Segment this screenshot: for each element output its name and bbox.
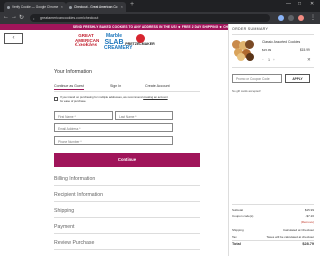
order-summary-title: ORDER SUMMARY [232,27,269,31]
promo-code-input[interactable]: Promo or Coupon Code [232,74,282,83]
browser-tab-bar: Verify Cookie — Google Chrome × Checkout… [0,0,320,12]
tabs-divider [54,91,200,92]
browser-tab-1[interactable]: Verify Cookie — Google Chrome × [4,2,66,12]
close-tab-icon[interactable]: × [61,4,63,9]
total-label: Total [232,242,241,246]
logo-line: CREAMERY [104,45,133,51]
apply-button[interactable]: APPLY [285,74,310,83]
url-text: greatamericancookies.com/checkout [40,16,99,20]
logo-line: PRETZELMAKER [125,42,155,46]
shipping-value: Calculated at Checkout [282,228,314,232]
forward-nav-icon[interactable]: → [11,14,17,20]
quantity-value: 1 [268,58,270,62]
tab-label: Verify Cookie — Google Chrome [12,5,59,9]
item-line-total: $15.99 [300,48,310,52]
summary-divider [232,67,314,68]
tax-value: Taxes will be calculated at checkout [266,235,314,239]
marble-slab-logo[interactable]: Marble SLAB CREAMERY [104,34,133,51]
tab-label: Checkout - Great American Co [74,5,118,9]
extension-icon[interactable] [278,15,284,21]
tax-label: Tax [232,235,237,239]
remove-coupon-link[interactable]: (Remove) [301,220,314,224]
step-review-purchase: Review Purchase [54,240,95,246]
summary-divider [232,240,314,241]
close-tab-icon[interactable]: × [121,4,123,9]
shipping-label: Shipping [232,228,244,232]
step-recipient-information: Recipient Information [54,192,104,198]
maximize-button[interactable]: □ [298,1,301,7]
create-account-link[interactable]: creating an account [143,95,167,99]
coupon-label: Coupon code(s) [232,214,254,218]
phone-field[interactable]: Phone Number * [54,136,173,145]
tab-sign-in[interactable]: Sign In [110,84,121,88]
quantity-increase-button[interactable]: + [273,58,275,62]
remove-item-icon[interactable]: ✕ [307,57,311,63]
coupon-value: -$7.20 [305,214,314,218]
close-window-button[interactable]: ✕ [310,1,314,7]
back-nav-icon[interactable]: ← [3,14,9,20]
browser-tab-2[interactable]: Checkout - Great American Co × [66,2,126,12]
address-bar-row: ← → ↻ • greatamericancookies.com/checkou… [0,12,320,24]
item-name: Classic Assorted Cookies [262,40,301,44]
menu-icon[interactable]: ⋮ [310,14,316,21]
multiple-addresses-text: If you intend on purchasing for multiple… [60,95,170,104]
step-divider [54,233,200,234]
first-name-field[interactable]: First Name * [54,111,113,120]
step-divider [54,217,200,218]
extension-icon[interactable] [288,15,294,21]
logo-line: Cookies [75,42,98,48]
summary-divider [232,204,314,205]
item-unit-price: $15.99 [262,48,272,52]
step-divider [54,249,200,250]
tab-continue-as-guest[interactable]: Continue as Guest [54,84,84,90]
subtotal-value: $15.99 [304,208,314,212]
url-bar[interactable]: • greatamericancookies.com/checkout [30,14,270,22]
step-divider [54,185,200,186]
favicon-icon [69,5,72,9]
step-billing-information: Billing Information [54,176,96,182]
tab-create-account[interactable]: Create Account [145,84,170,88]
new-tab-button[interactable]: + [130,1,134,8]
continue-button[interactable]: Continue [54,153,200,167]
total-value: $28.79 [302,242,314,246]
favicon-icon [7,5,10,9]
multiple-addresses-checkbox[interactable] [54,97,58,101]
summary-divider [232,34,314,35]
subtotal-label: Subtotal [232,208,244,212]
no-gift-card-note: No gift cards accepted! [232,89,261,93]
reload-icon[interactable]: ↻ [19,14,24,21]
quantity-decrease-button[interactable]: − [262,58,264,62]
checkbox-label-suffix: for ease of purchase. [60,98,87,103]
cookie-product-image [232,40,255,62]
profile-avatar[interactable] [298,15,304,21]
great-american-cookies-logo[interactable]: GREAT AMERICAN Cookies [75,33,99,48]
your-information-heading: Your Information [54,69,92,75]
minimize-button[interactable]: — [286,1,291,7]
lock-icon: • [33,15,35,21]
step-shipping: Shipping [54,208,75,214]
step-divider [54,201,200,202]
last-name-field[interactable]: Last Name * [115,111,173,120]
email-field[interactable]: Email Address * [54,123,173,132]
back-button[interactable]: ‹ [4,33,23,44]
step-payment: Payment [54,224,75,230]
